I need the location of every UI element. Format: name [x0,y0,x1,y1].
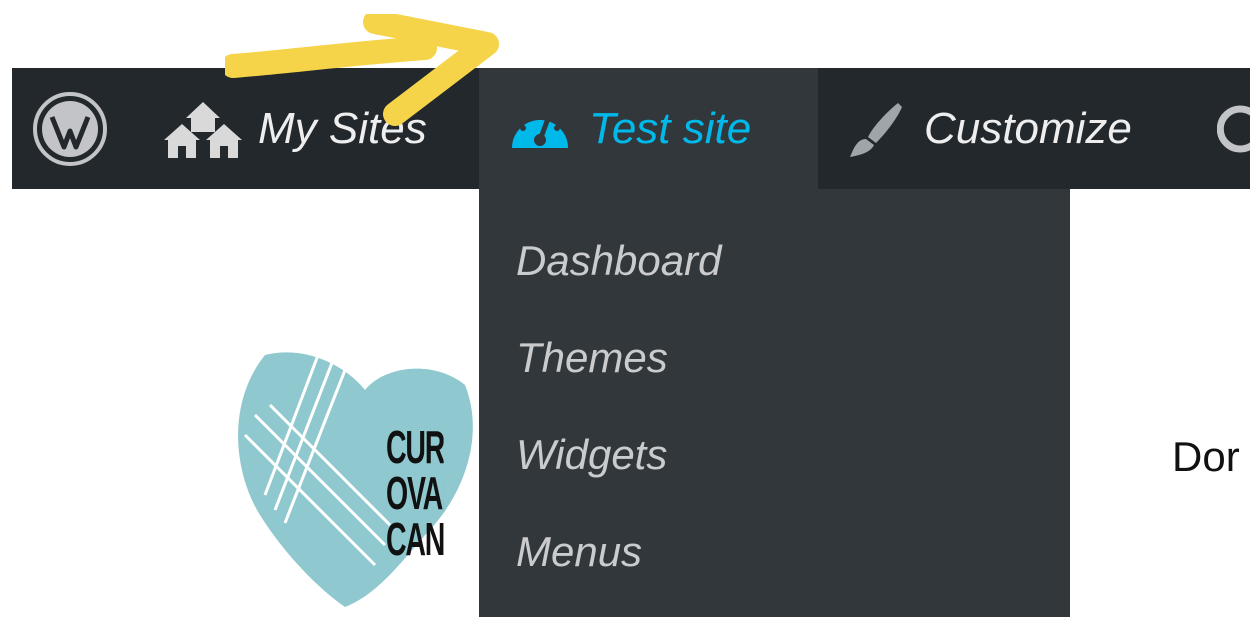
dashboard-gauge-icon [512,114,568,148]
test-site-menu[interactable]: Test site [479,68,818,189]
annotation-arrow-icon [225,14,499,126]
logo-line: OVARIAN [386,467,444,519]
menu-item-menus[interactable]: Menus [516,528,642,576]
refresh-icon [1217,105,1250,152]
logo-line: CURE [386,424,444,473]
wordpress-icon [33,91,107,166]
logo-line: CANCER [386,513,444,562]
customize-label: Customize [924,103,1132,153]
menu-item-widgets[interactable]: Widgets [516,431,667,479]
updates-menu[interactable] [1217,68,1250,189]
cure-ovarian-cancer-logo [238,349,473,607]
wordpress-logo-button[interactable] [32,68,108,189]
admin-bar: My Sites Test site Customize [12,68,1250,189]
test-site-dropdown: Dashboard Themes Widgets Menus [479,189,1070,617]
menu-item-themes[interactable]: Themes [516,334,668,382]
test-site-label: Test site [589,103,752,153]
menu-item-dashboard[interactable]: Dashboard [516,237,721,285]
customize-link[interactable]: Customize [848,68,1132,189]
donate-link[interactable]: Dor [1172,433,1240,481]
paintbrush-icon [850,102,902,157]
logo-wordmark: CURE OVARIAN CANCER [386,424,444,562]
